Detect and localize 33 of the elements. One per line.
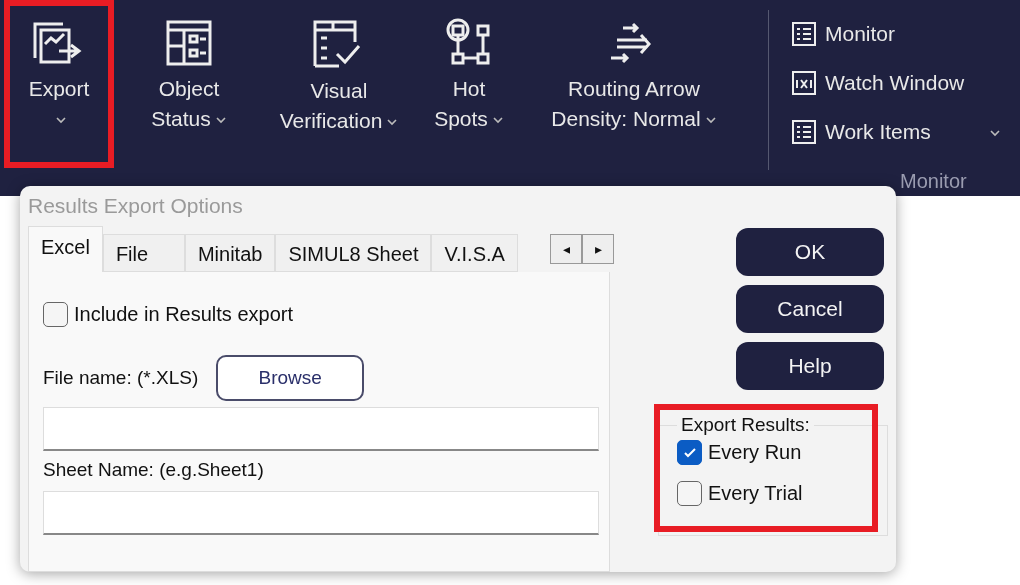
group-title: Export Results: xyxy=(680,414,811,436)
sheet-name-field[interactable] xyxy=(43,491,599,535)
group-label: Monitor xyxy=(900,170,967,193)
watch-window-icon xyxy=(791,70,817,96)
scroll-button[interactable]: ▸ xyxy=(582,234,614,264)
ribbon-menu-item[interactable]: Monitor xyxy=(791,14,1001,54)
list-icon xyxy=(791,119,817,145)
ribbon-menu-item[interactable]: Watch Window xyxy=(791,63,1001,103)
option-checkbox[interactable]: Every Trial xyxy=(677,481,869,506)
dialog-title: Results Export Options xyxy=(27,193,244,219)
dialog-button[interactable]: OK xyxy=(736,228,884,276)
field-label: File name: (*.XLS) xyxy=(43,367,199,389)
ribbon-button[interactable]: Export xyxy=(4,0,114,168)
ribbon-button[interactable]: Routing Arrow Density: Normal xyxy=(524,0,744,168)
option-checkbox[interactable]: Every Run xyxy=(677,440,869,465)
tab[interactable]: V.I.S.A xyxy=(431,234,518,272)
ribbon-button[interactable]: Hot Spots xyxy=(414,0,524,168)
tab[interactable]: Excel xyxy=(28,226,103,272)
tab[interactable]: Minitab xyxy=(184,234,276,272)
file-name-field[interactable] xyxy=(43,407,599,451)
dialog-button[interactable]: Cancel xyxy=(736,285,884,333)
table-icon xyxy=(164,18,214,68)
dialog-button[interactable]: Help xyxy=(736,342,884,390)
ribbon-menu-item[interactable]: Work Items xyxy=(791,112,1001,152)
browse-button[interactable]: Browse xyxy=(216,355,365,401)
include-checkbox[interactable]: Include in Results export xyxy=(43,302,595,327)
tab[interactable]: SIMUL8 Sheet xyxy=(275,234,432,272)
field-label: Sheet Name: (e.g.Sheet1) xyxy=(43,459,265,481)
ribbon-button[interactable]: Visual Verification xyxy=(264,0,414,168)
list-icon xyxy=(791,21,817,47)
tab[interactable]: File xyxy=(102,234,185,272)
ribbon-button[interactable]: Object Status xyxy=(114,0,264,168)
scroll-button[interactable]: ◂ xyxy=(550,234,582,264)
